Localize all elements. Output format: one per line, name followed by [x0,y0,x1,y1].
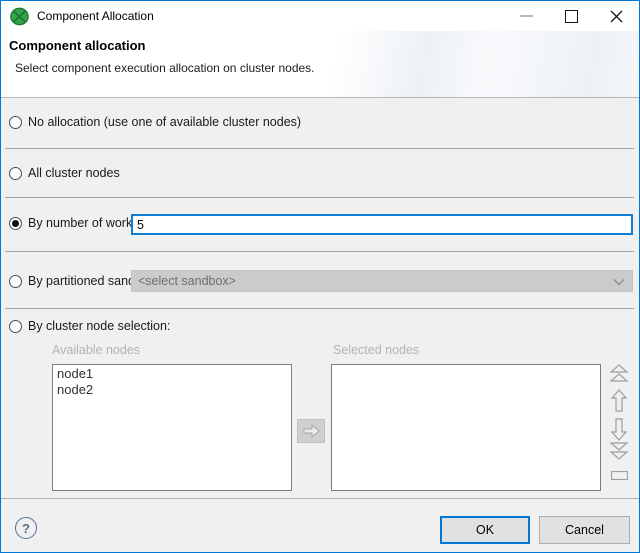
ok-button-label: OK [476,523,494,537]
radio-by-cluster-node-selection[interactable]: By cluster node selection: [9,314,170,338]
radio-label: By cluster node selection: [28,319,170,333]
window-controls [504,1,639,31]
move-up-button[interactable] [611,389,627,415]
help-button[interactable]: ? [15,517,37,539]
titlebar: Component Allocation [1,1,639,31]
workers-count-input[interactable] [131,214,633,235]
sandbox-select[interactable]: <select sandbox> [131,270,633,292]
remove-button[interactable] [611,469,628,483]
radio-circle-icon[interactable] [9,275,22,288]
separator [1,498,639,499]
window-title: Component Allocation [37,9,154,23]
remove-rect-icon [611,471,628,480]
selected-nodes-label: Selected nodes [333,343,419,357]
radio-circle-icon[interactable] [9,217,22,230]
dialog-header: Component allocation Select component ex… [1,31,639,98]
list-item[interactable]: node1 [53,366,291,382]
radio-label: No allocation (use one of available clus… [28,115,301,129]
maximize-icon [565,10,578,23]
radio-all-cluster-nodes[interactable]: All cluster nodes [9,161,120,185]
close-button[interactable] [594,1,639,31]
ok-button[interactable]: OK [440,516,530,544]
minimize-icon [520,15,533,17]
available-nodes-list[interactable]: node1 node2 [52,364,292,491]
available-nodes-label: Available nodes [52,343,140,357]
move-bottom-button[interactable] [609,441,629,463]
separator [5,308,634,309]
chevron-down-icon [613,278,625,286]
radio-label: All cluster nodes [28,166,120,180]
question-mark-icon: ? [22,521,30,536]
close-icon [610,10,623,23]
page-title: Component allocation [9,38,146,53]
arrow-up-icon [611,389,627,412]
move-top-button[interactable] [609,364,629,386]
radio-circle-icon[interactable] [9,320,22,333]
cancel-button[interactable]: Cancel [539,516,630,544]
maximize-button[interactable] [549,1,594,31]
component-allocation-dialog: Component Allocation Component allocatio… [0,0,640,553]
component-allocation-icon [10,7,29,26]
separator [5,197,634,198]
selected-nodes-list[interactable] [331,364,601,491]
radio-no-allocation[interactable]: No allocation (use one of available clus… [9,110,301,134]
radio-circle-icon[interactable] [9,167,22,180]
separator [5,148,634,149]
radio-circle-icon[interactable] [9,116,22,129]
cancel-button-label: Cancel [565,523,604,537]
page-subtitle: Select component execution allocation on… [15,61,315,75]
double-chevron-down-icon [609,441,629,460]
list-item[interactable]: node2 [53,382,291,398]
move-right-button[interactable] [297,419,325,443]
double-chevron-up-icon [609,364,629,383]
minimize-button[interactable] [504,1,549,31]
separator [5,251,634,252]
arrow-down-icon [611,418,627,441]
arrow-right-icon [303,424,320,438]
sandbox-select-value: <select sandbox> [138,274,236,288]
